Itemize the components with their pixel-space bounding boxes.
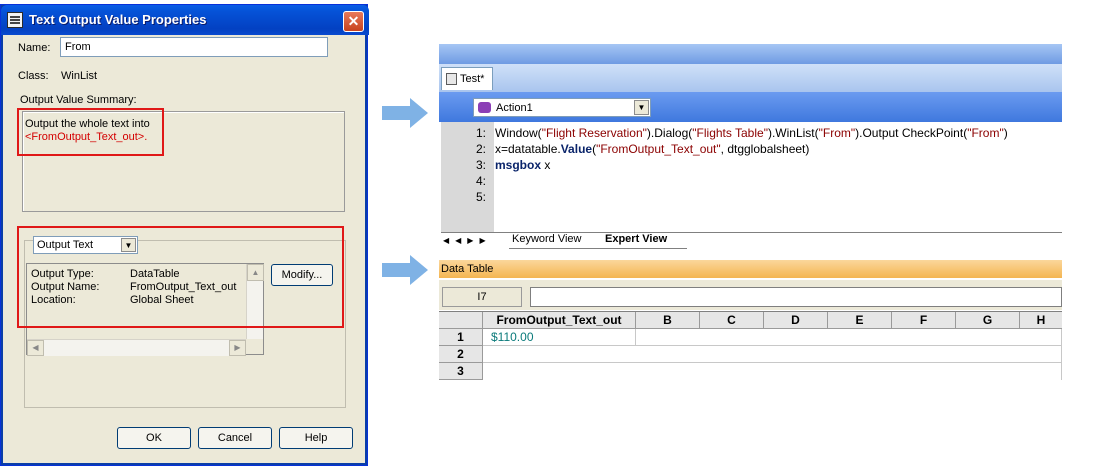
code-line-3: msgbox x: [495, 158, 550, 172]
code-token: Window(: [495, 126, 542, 140]
data-table-title: Data Table: [441, 263, 494, 275]
line-number: 4:: [475, 174, 486, 188]
code-keyword: msgbox: [495, 158, 542, 172]
output-summary-label: Output Value Summary:: [20, 94, 137, 106]
close-icon: ✕: [347, 13, 360, 29]
tab-nav-arrows-icon[interactable]: ◀◀▶▶: [443, 236, 492, 245]
code-token: x=datatable.: [495, 142, 561, 156]
tab-expert-view[interactable]: Expert View: [605, 233, 667, 245]
dialog-titlebar: Text Output Value Properties ✕: [1, 5, 369, 35]
row-1-cells[interactable]: [636, 329, 1062, 346]
column-header[interactable]: G: [956, 312, 1020, 329]
dialog-title: Text Output Value Properties: [29, 12, 207, 27]
class-label: Class:: [18, 70, 49, 82]
action-icon: [478, 102, 491, 113]
code-editor[interactable]: Window("Flight Reservation").Dialog("Fli…: [494, 122, 1062, 232]
line-number: 2:: [475, 142, 486, 156]
code-keyword: Value: [560, 142, 593, 156]
data-table-titlebar: Data Table: [439, 260, 1062, 278]
code-token: ): [1003, 126, 1008, 140]
scroll-left-icon[interactable]: ◀: [27, 340, 44, 356]
line-number-gutter: 1: 2: 3: 4: 5:: [441, 122, 494, 232]
class-value: WinList: [61, 70, 98, 82]
arrow-right-icon: [382, 255, 428, 285]
tab-test-label: Test*: [460, 73, 485, 85]
code-string: "Flight Reservation": [541, 126, 647, 140]
code-token: ).WinList(: [767, 126, 819, 140]
line-number: 3:: [475, 158, 486, 172]
row-header[interactable]: 2: [439, 346, 483, 363]
details-horizontal-scrollbar[interactable]: ◀ ▶: [27, 339, 246, 356]
action-select[interactable]: Action1 ▼: [473, 98, 651, 117]
row-header[interactable]: 3: [439, 363, 483, 380]
tab-keyword-view[interactable]: Keyword View: [512, 233, 582, 245]
code-line-1: Window("Flight Reservation").Dialog("Fli…: [495, 126, 1008, 140]
code-token: ).Output CheckPoint(: [855, 126, 968, 140]
column-header[interactable]: E: [828, 312, 892, 329]
column-header[interactable]: F: [892, 312, 956, 329]
row-2-cells[interactable]: [483, 346, 1062, 363]
column-header[interactable]: B: [636, 312, 700, 329]
line-number: 5:: [475, 190, 486, 204]
action-select-value: Action1: [496, 102, 533, 114]
chevron-down-icon: ▼: [634, 100, 649, 115]
row-header[interactable]: 1: [439, 329, 483, 346]
dialog-app-icon: [7, 12, 23, 28]
output-highlight-rect: [17, 226, 344, 328]
line-number: 1:: [475, 126, 486, 140]
code-line-2: x=datatable.Value("FromOutput_Text_out",…: [495, 142, 809, 156]
cell-reference-box[interactable]: I7: [442, 287, 522, 307]
formula-input[interactable]: [530, 287, 1062, 307]
document-icon: [446, 73, 457, 85]
summary-highlight-rect: [17, 108, 164, 156]
row-3-cells[interactable]: [483, 363, 1062, 380]
code-string: "Flights Table": [692, 126, 768, 140]
help-button[interactable]: Help: [279, 427, 353, 449]
grid-corner: [439, 312, 483, 329]
code-string: "From": [967, 126, 1004, 140]
name-field[interactable]: From: [60, 37, 328, 57]
column-header[interactable]: D: [764, 312, 828, 329]
column-header[interactable]: H: [1020, 312, 1062, 329]
column-header[interactable]: FromOutput_Text_out: [483, 312, 636, 329]
close-button[interactable]: ✕: [343, 11, 364, 32]
name-label: Name:: [18, 42, 51, 54]
tab-test[interactable]: Test*: [441, 67, 493, 90]
cell-a1[interactable]: $110.00: [483, 329, 636, 346]
arrow-right-icon: [382, 98, 428, 128]
document-tab-bar: [439, 64, 1062, 92]
ide-toolbar: [439, 44, 1062, 64]
column-header[interactable]: C: [700, 312, 764, 329]
cancel-button[interactable]: Cancel: [198, 427, 272, 449]
code-token: ).Dialog(: [646, 126, 693, 140]
ok-button[interactable]: OK: [117, 427, 191, 449]
code-token: , dtgglobalsheet): [720, 142, 810, 156]
code-string: "From": [818, 126, 856, 140]
code-token: x: [541, 158, 551, 172]
code-string: "FromOutput_Text_out": [596, 142, 721, 156]
scroll-right-icon[interactable]: ▶: [229, 340, 246, 356]
